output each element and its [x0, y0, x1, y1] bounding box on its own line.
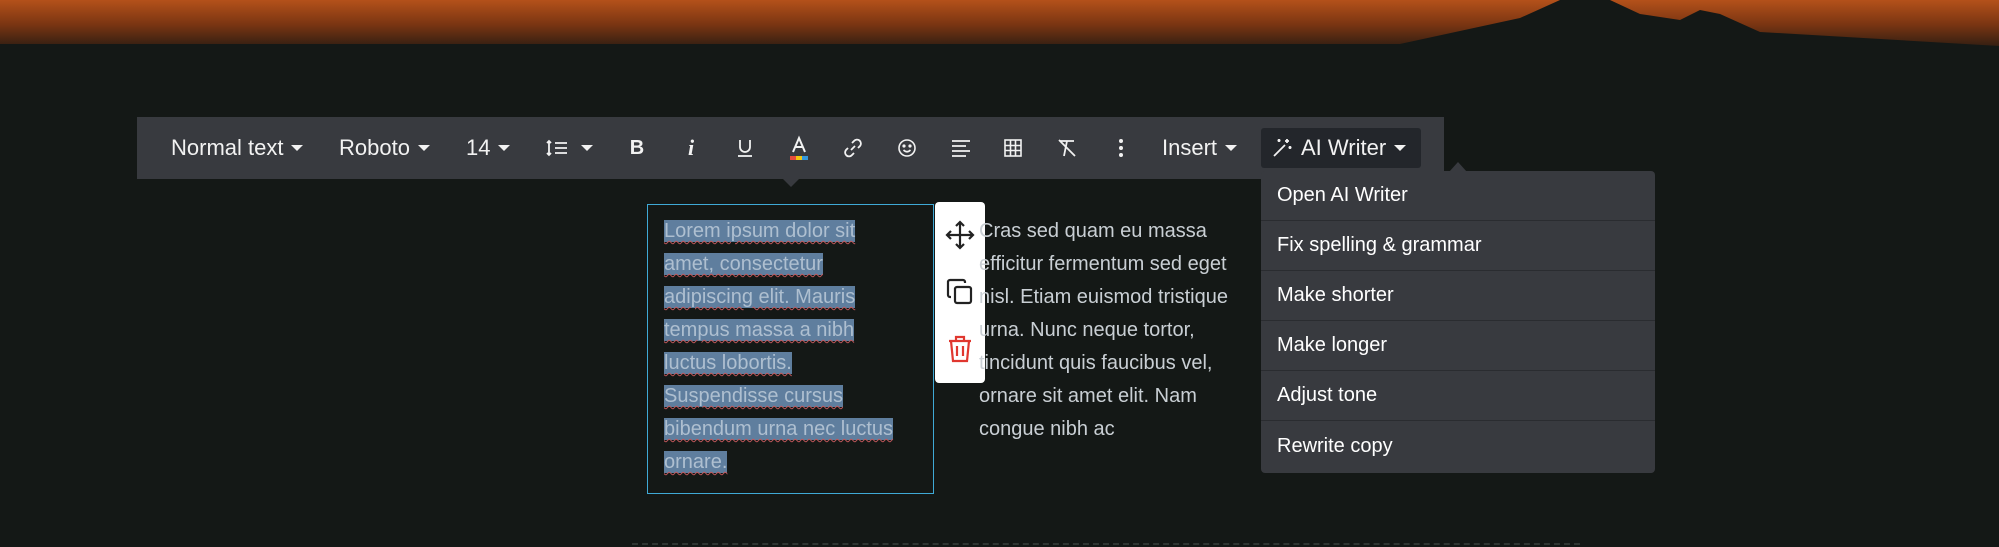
menu-item-fix-spelling-grammar[interactable]: Fix spelling & grammar: [1261, 221, 1655, 271]
table-button[interactable]: [995, 117, 1031, 179]
selected-text[interactable]: Lorem ipsum dolor sit amet, consectetur …: [664, 220, 894, 473]
bold-icon: B: [629, 136, 645, 159]
link-icon: [844, 138, 862, 158]
emoji-button[interactable]: [889, 117, 925, 179]
clear-format-icon: [1058, 139, 1076, 157]
menu-item-make-shorter[interactable]: Make shorter: [1261, 271, 1655, 321]
chevron-down-icon: [1225, 145, 1238, 151]
more-vertical-icon: [1119, 139, 1123, 157]
link-button[interactable]: [835, 117, 871, 179]
text-block-left-content[interactable]: Lorem ipsum dolor sit amet, consectetur …: [664, 215, 900, 479]
insert-label: Insert: [1162, 135, 1218, 160]
menu-item-adjust-tone[interactable]: Adjust tone: [1261, 371, 1655, 421]
chevron-down-icon: [291, 145, 304, 151]
font-size-label: 14: [466, 135, 491, 160]
move-icon: [945, 220, 975, 250]
header-background-image: [0, 0, 1999, 70]
delete-button[interactable]: [935, 324, 985, 374]
menu-item-rewrite-copy[interactable]: Rewrite copy: [1261, 421, 1655, 471]
delete-icon: [949, 335, 971, 363]
align-button[interactable]: [943, 117, 979, 179]
ai-writer-label: AI Writer: [1301, 135, 1387, 160]
underline-icon: [738, 140, 752, 157]
duplicate-icon: [946, 278, 973, 305]
chevron-down-icon: [581, 145, 593, 151]
move-button[interactable]: [935, 210, 985, 260]
ai-writer-menu: Open AI Writer Fix spelling & grammar Ma…: [1261, 171, 1655, 473]
text-color-icon: [790, 135, 808, 160]
menu-item-open-ai-writer[interactable]: Open AI Writer: [1261, 171, 1655, 221]
editor-toolbar: Normal text Roboto 14 B i Insert AI Writ…: [137, 117, 1444, 179]
chevron-down-icon: [498, 145, 511, 151]
text-style-dropdown[interactable]: Normal text: [171, 117, 304, 179]
duplicate-button[interactable]: [935, 267, 985, 317]
font-family-label: Roboto: [339, 135, 410, 160]
table-icon: [1004, 139, 1022, 157]
chevron-down-icon: [1394, 145, 1407, 151]
italic-button[interactable]: i: [673, 117, 709, 179]
italic-icon: i: [687, 135, 695, 160]
font-size-dropdown[interactable]: 14: [466, 117, 511, 179]
insert-dropdown[interactable]: Insert: [1162, 117, 1238, 179]
menu-item-make-longer[interactable]: Make longer: [1261, 321, 1655, 371]
emoji-icon: [898, 139, 916, 157]
toolbar-pointer: [782, 178, 800, 187]
ai-writer-button[interactable]: AI Writer: [1261, 128, 1421, 168]
text-block-right[interactable]: Cras sed quam eu massa efficitur ferment…: [979, 215, 1249, 446]
align-icon: [952, 140, 970, 157]
text-style-label: Normal text: [171, 135, 284, 160]
clear-format-button[interactable]: [1049, 117, 1085, 179]
chevron-down-icon: [417, 145, 430, 151]
text-block-left[interactable]: Lorem ipsum dolor sit amet, consectetur …: [647, 204, 934, 494]
line-spacing-dropdown[interactable]: [545, 117, 593, 179]
line-spacing-icon: [545, 138, 569, 158]
bold-button[interactable]: B: [619, 117, 655, 179]
block-tools: [935, 202, 985, 383]
section-divider: [632, 543, 1580, 545]
magic-wand-icon: [1273, 139, 1292, 157]
font-family-dropdown[interactable]: Roboto: [339, 117, 430, 179]
text-color-button[interactable]: [781, 117, 817, 179]
more-options-button[interactable]: [1103, 117, 1139, 179]
underline-button[interactable]: [727, 117, 763, 179]
